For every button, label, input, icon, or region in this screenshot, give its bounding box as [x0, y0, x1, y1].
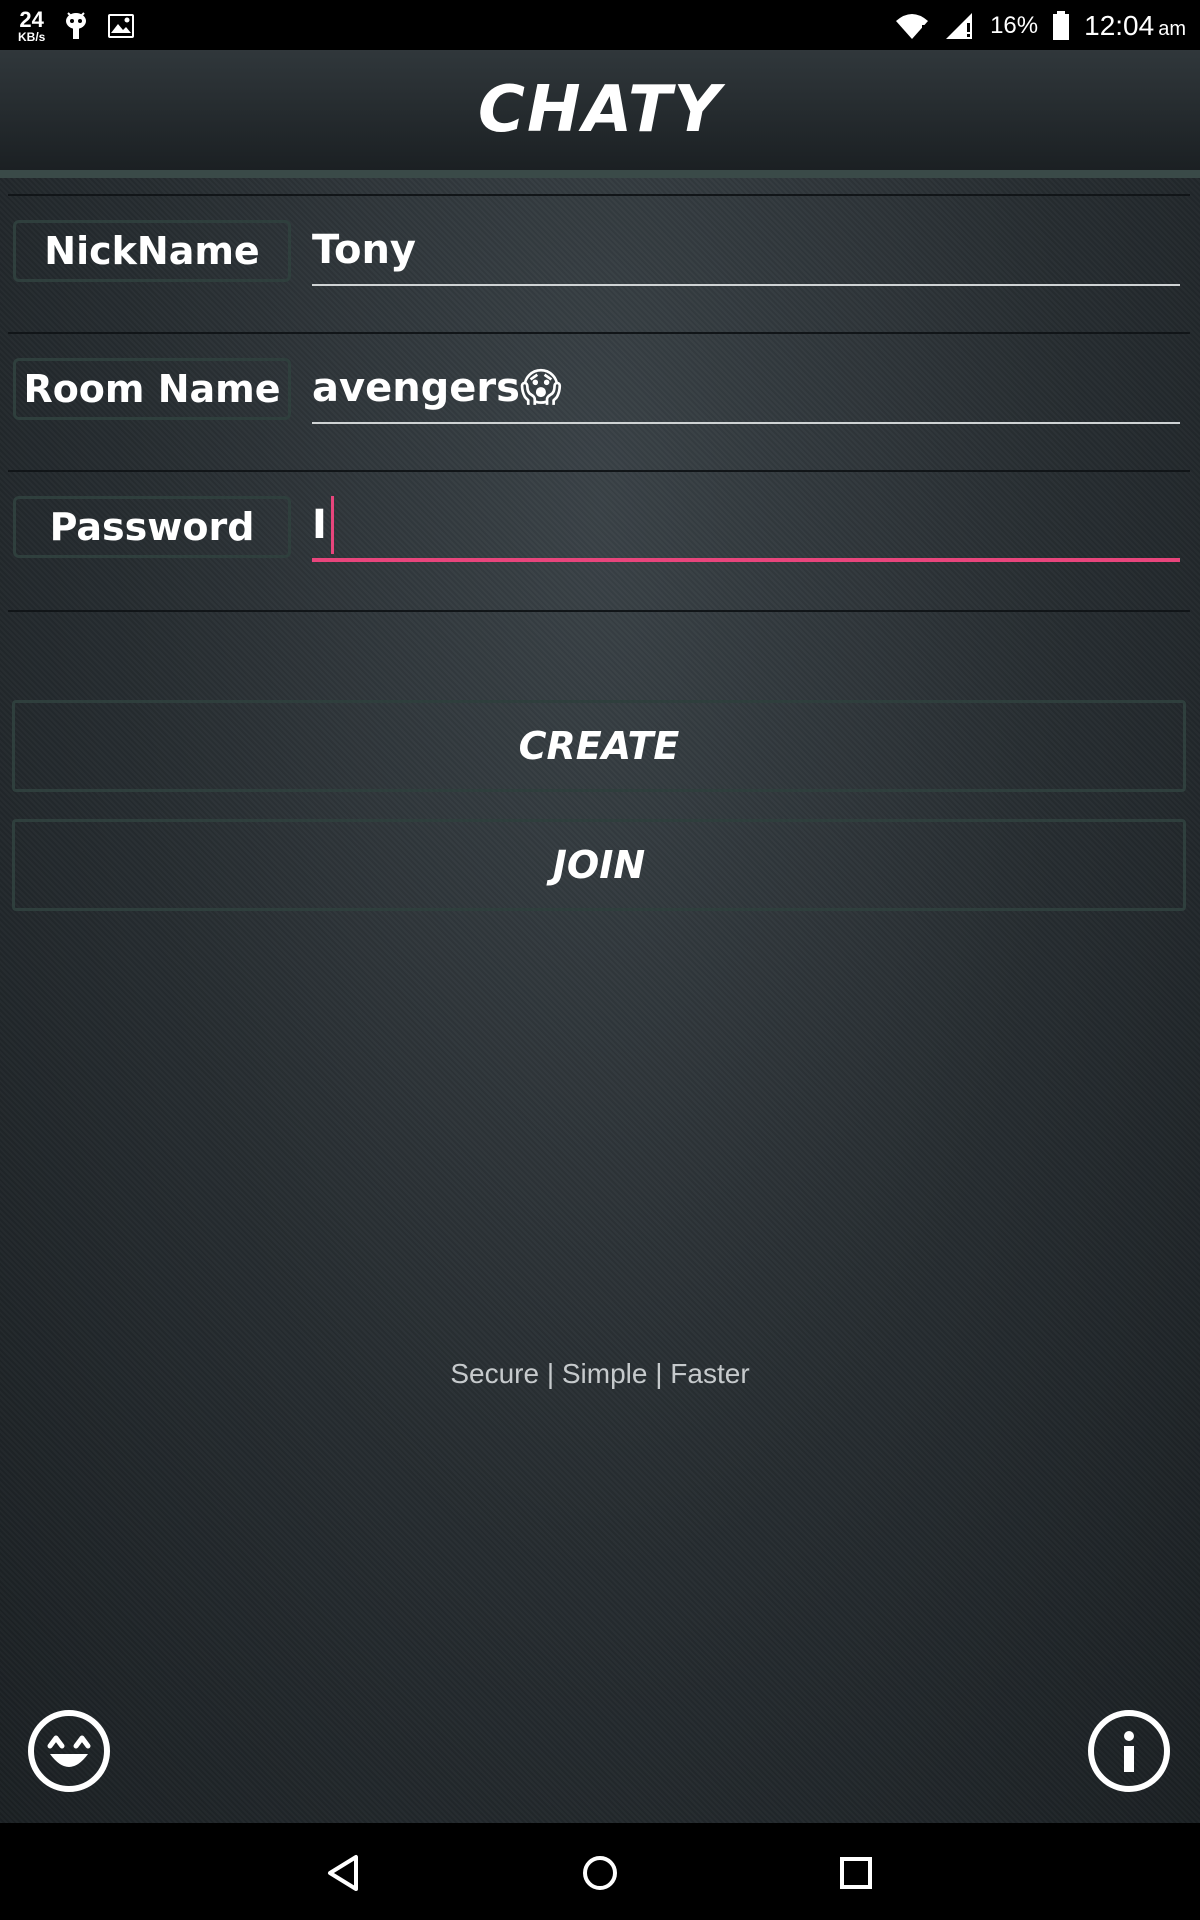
nickname-row: NickName Tony [8, 194, 1190, 334]
network-speed-unit: KB/s [18, 30, 46, 44]
clock-ampm: am [1158, 18, 1186, 40]
password-input[interactable]: I [312, 492, 1180, 562]
text-cursor [330, 496, 334, 554]
password-label: Password [13, 496, 291, 558]
room-name-label: Room Name [13, 358, 291, 420]
navigation-bar [0, 1823, 1200, 1920]
clock: 12:04 am [1084, 10, 1186, 42]
battery-icon [1053, 11, 1070, 40]
password-value: I [312, 502, 327, 548]
image-icon [108, 14, 135, 38]
room-name-value: avengers😱 [312, 365, 562, 411]
network-speed-value: 24 [19, 7, 44, 32]
battery-percent: 16% [990, 12, 1039, 39]
status-bar-right: 16% 12:04 am [894, 4, 1186, 48]
network-speed: 24 KB/s [18, 7, 46, 44]
wifi-icon [896, 14, 929, 39]
status-bar: 24 KB/s 16% 12:04 am [0, 0, 1200, 50]
home-icon[interactable] [572, 1845, 628, 1901]
status-bar-left: 24 KB/s [18, 4, 135, 48]
info-icon[interactable] [1088, 1710, 1170, 1792]
recents-icon[interactable] [828, 1845, 884, 1901]
room-name-input[interactable]: avengers😱 [312, 354, 1180, 424]
join-button[interactable]: JOIN [12, 819, 1186, 911]
room-name-row: Room Name avengers😱 [8, 332, 1190, 472]
app-bar: CHATY [0, 50, 1200, 178]
emoji-smile-icon[interactable] [28, 1710, 110, 1792]
back-icon[interactable] [316, 1845, 372, 1901]
app-title: CHATY [478, 73, 722, 147]
create-button[interactable]: CREATE [12, 700, 1186, 792]
signal-icon [946, 13, 973, 39]
tagline: Secure | Simple | Faster [450, 1358, 750, 1389]
nickname-label: NickName [13, 220, 291, 282]
password-row: Password I [8, 470, 1190, 612]
nickname-value: Tony [312, 227, 417, 273]
main-content: NickName Tony Room Name avengers😱 Passwo… [0, 178, 1200, 1823]
android-icon [66, 12, 87, 39]
clock-time: 12:04 [1084, 10, 1155, 41]
nickname-input[interactable]: Tony [312, 216, 1180, 286]
